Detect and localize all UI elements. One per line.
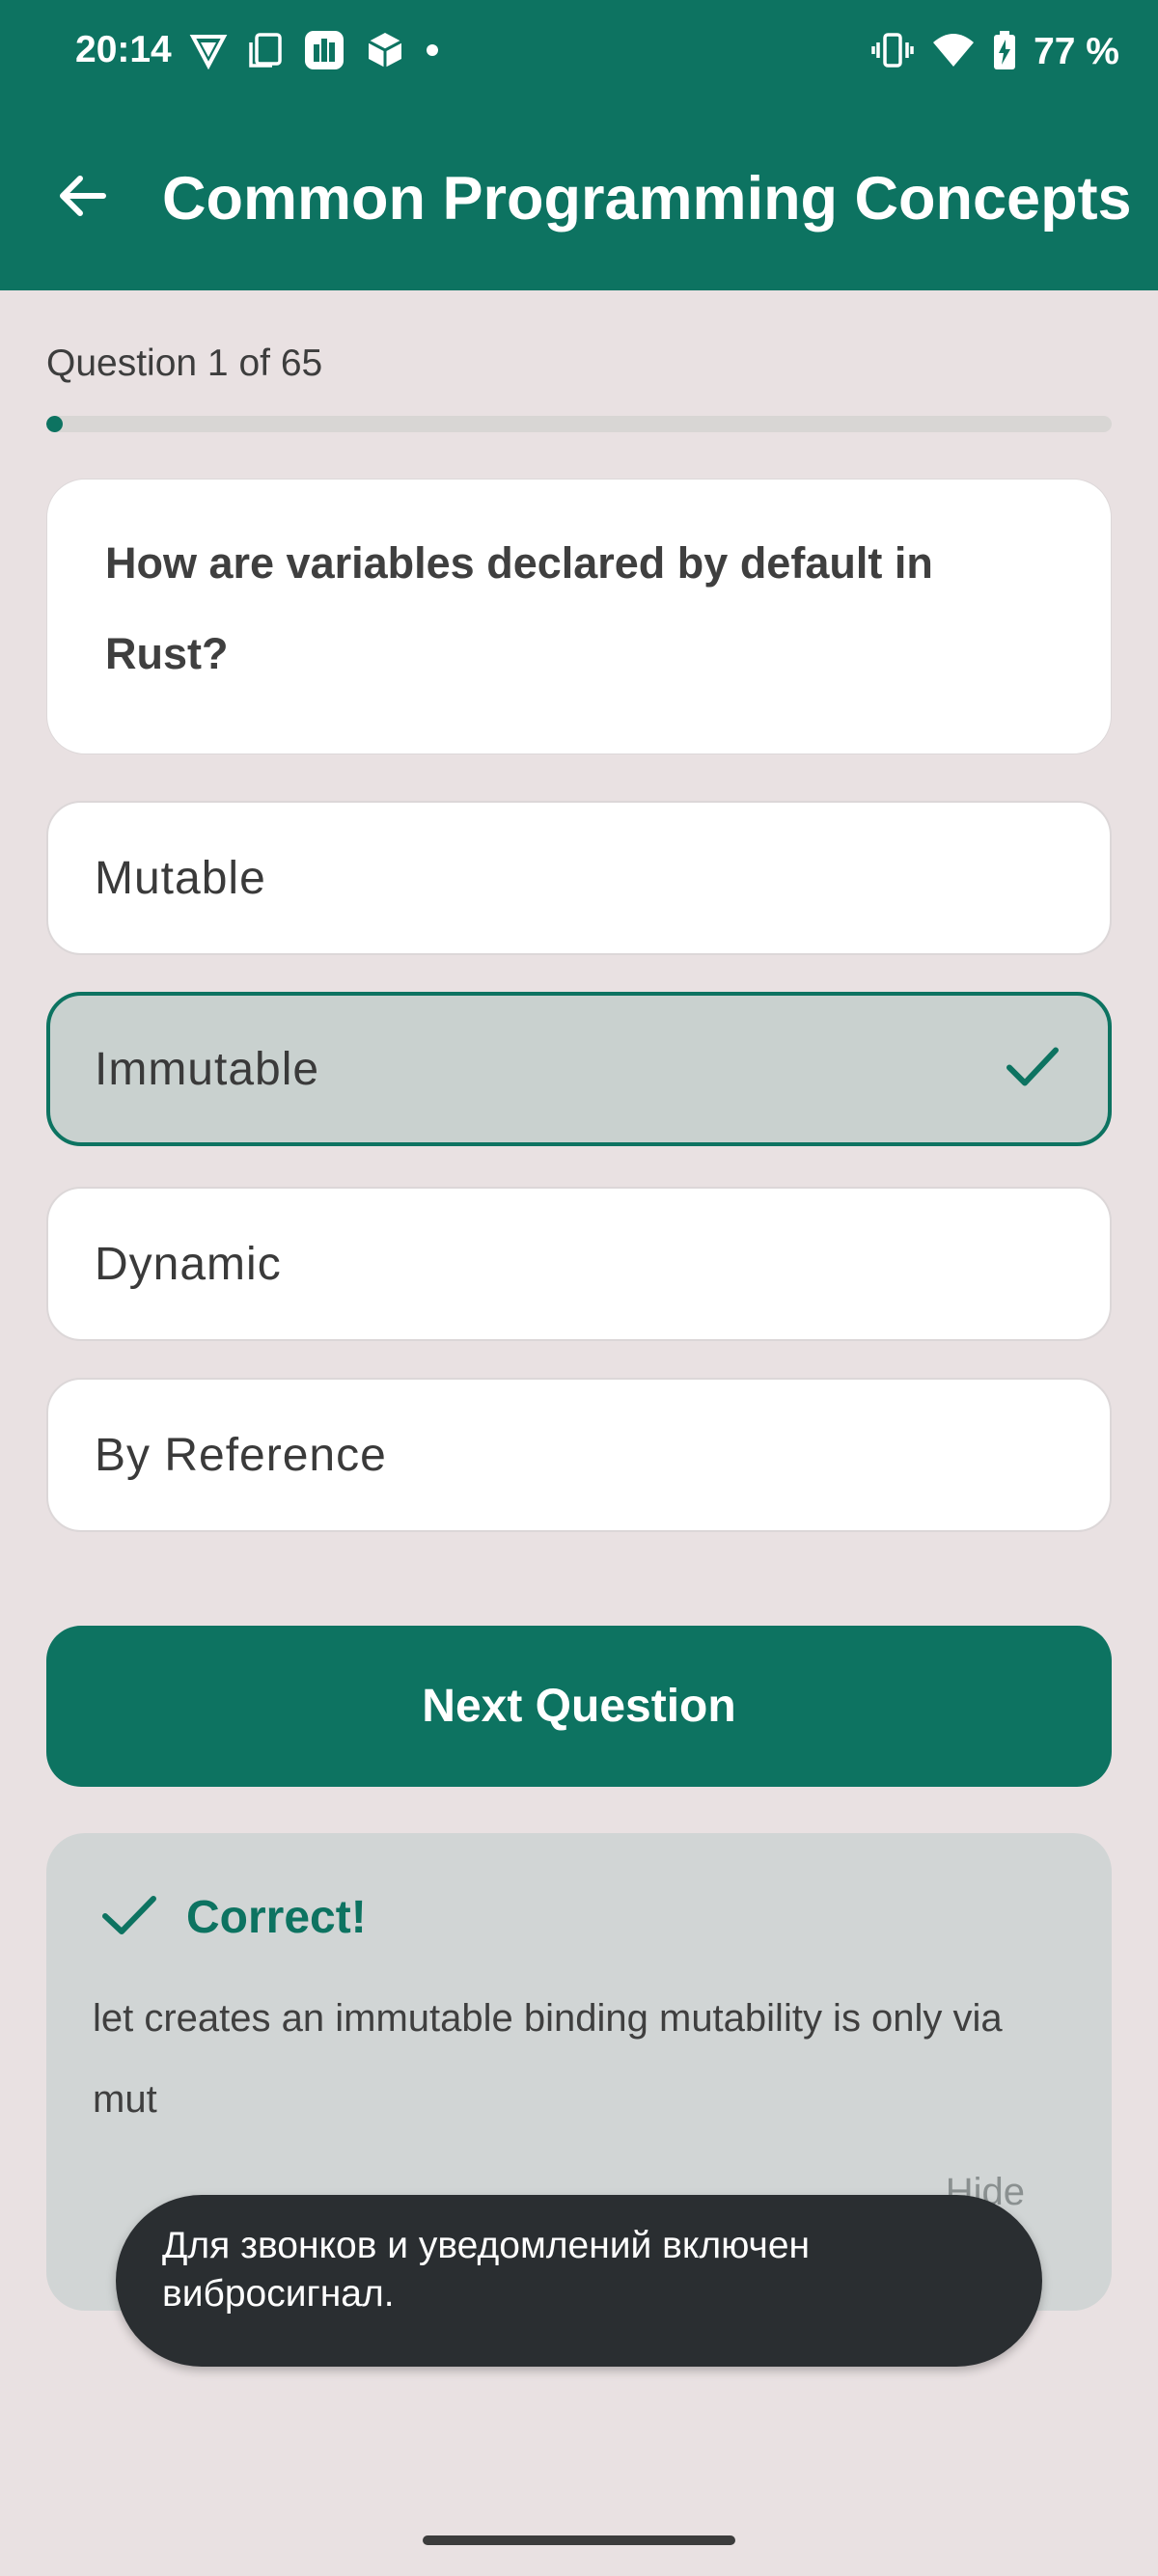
option-label: Immutable: [95, 1043, 320, 1095]
app-bar: 20:14 77 % Common Programming Concepts: [0, 0, 1158, 290]
toast-message: Для звонков и уведомлений включен виброс…: [116, 2195, 1042, 2367]
progress-bar: [46, 416, 1112, 432]
app-icon: [303, 29, 345, 76]
answer-option-immutable[interactable]: Immutable: [46, 992, 1112, 1146]
arrow-left-icon: [55, 169, 109, 228]
answer-option-mutable[interactable]: Mutable: [46, 801, 1112, 955]
feedback-explanation: let creates an immutable binding mutabil…: [93, 1997, 1003, 2121]
option-label: Dynamic: [95, 1238, 282, 1290]
battery-charging-icon: [993, 30, 1016, 75]
option-label: By Reference: [95, 1429, 387, 1481]
vpn-icon: [189, 31, 228, 74]
status-icons-right: 77 %: [871, 29, 1119, 75]
box-icon: [365, 30, 405, 75]
question-counter: Question 1 of 65: [46, 343, 323, 384]
vibrate-icon: [871, 31, 914, 74]
next-question-button[interactable]: Next Question: [46, 1626, 1112, 1787]
check-icon: [99, 1891, 161, 1944]
status-icons-left: [189, 29, 440, 75]
feedback-title: Correct!: [186, 1892, 367, 1943]
dot-icon: [425, 42, 440, 63]
check-icon: [1004, 1043, 1062, 1096]
battery-level: 77 %: [1034, 31, 1119, 72]
answer-option-dynamic[interactable]: Dynamic: [46, 1187, 1112, 1341]
page-title: Common Programming Concepts: [162, 165, 1132, 233]
wifi-icon: [931, 31, 976, 74]
status-time: 20:14: [75, 29, 172, 70]
status-bar: 20:14 77 %: [0, 0, 1158, 106]
toast-text: Для звонков и уведомлений включен виброс…: [162, 2225, 811, 2315]
progress-fill: [46, 416, 63, 432]
copy-icon: [247, 31, 284, 74]
back-button[interactable]: [48, 164, 116, 232]
answer-option-by-reference[interactable]: By Reference: [46, 1378, 1112, 1532]
question-text: How are variables declared by default in…: [105, 538, 933, 678]
home-indicator[interactable]: [423, 2535, 735, 2545]
question-card: How are variables declared by default in…: [46, 479, 1112, 754]
option-label: Mutable: [95, 852, 266, 904]
